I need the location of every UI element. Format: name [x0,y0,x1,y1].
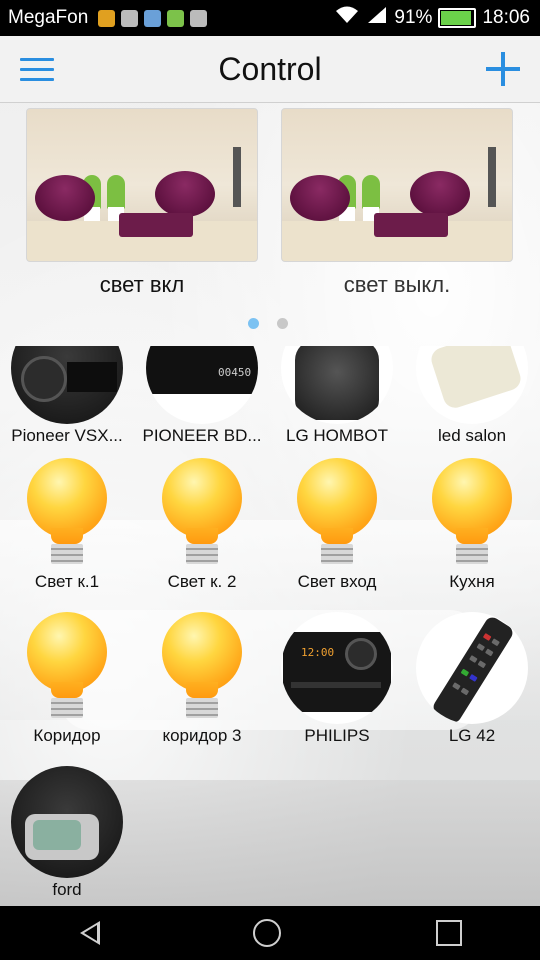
hamburger-icon[interactable] [20,58,54,82]
light-bulb-icon [416,458,528,570]
page-title: Control [218,50,322,87]
device-tile[interactable]: Свет к.1 [0,458,134,592]
notification-icons [98,9,208,27]
car-key-icon [11,766,123,878]
device-tile[interactable]: Коридор [0,612,134,746]
device-name: PIONEER BD... [142,426,262,445]
lock-icon [98,9,116,27]
scene-card[interactable]: свет вкл [26,108,258,298]
receiver-icon [11,346,123,424]
device-tile[interactable]: LG HOMBOT [270,312,404,446]
device-tile[interactable]: led salon [405,312,539,446]
device-tile[interactable]: LG 42 [405,612,539,746]
device-name: Коридор [33,726,101,745]
device-name: PHILIPS [304,726,370,745]
device-tile[interactable]: Pioneer VSX... [0,312,134,446]
plus-icon[interactable] [486,52,520,86]
android-icon [190,9,208,27]
device-name: Кухня [449,572,495,591]
message-icon [121,9,139,27]
scene-thumbnail [281,108,513,262]
app-bar: Control [0,36,540,103]
light-bulb-icon [11,458,123,570]
device-tile[interactable]: 12:00 PHILIPS [270,612,404,746]
device-name: Свет вход [297,572,377,591]
device-name: Свет к. 2 [167,572,237,591]
battery-icon [438,8,477,28]
light-bulb-icon [281,458,393,570]
light-bulb-icon [146,458,258,570]
robot-vacuum-icon [281,346,393,424]
device-tile[interactable]: ford [0,766,134,900]
scene-card[interactable]: свет выкл. [281,108,513,298]
stereo-system-icon: 12:00 [281,612,393,724]
vk-icon [144,9,162,27]
recent-apps-icon[interactable] [436,920,463,946]
wifi-icon [334,5,360,31]
device-name: LG 42 [448,726,496,745]
remote-control-icon [416,612,528,724]
back-icon[interactable] [78,921,100,945]
remote-control-icon [416,346,528,424]
scene-thumbnail [26,108,258,262]
scene-label: свет вкл [99,272,185,297]
device-name: led salon [437,426,507,445]
home-icon[interactable] [252,919,281,947]
signal-icon [366,5,388,31]
light-bulb-icon [11,612,123,724]
status-bar: MegaFon 91% 18:06 [0,0,540,36]
play-store-icon [167,9,185,27]
device-name: Свет к.1 [34,572,100,591]
device-name: ford [52,880,82,899]
device-tile[interactable]: коридор 3 [135,612,269,746]
device-tile[interactable]: Кухня [405,458,539,592]
device-tile[interactable]: Свет к. 2 [135,458,269,592]
device-name: коридор 3 [162,726,242,745]
carrier-name: MegaFon [8,7,89,28]
clock: 18:06 [482,7,530,28]
light-bulb-icon [146,612,258,724]
device-tile[interactable]: Свет вход [270,458,404,592]
device-tile[interactable]: 00450 PIONEER BD... [135,312,269,446]
scene-label: свет выкл. [343,272,451,297]
device-name: Pioneer VSX... [11,426,123,445]
navigation-bar [0,906,540,960]
device-name: LG HOMBOT [285,426,388,445]
bluray-player-icon: 00450 [146,346,258,424]
battery-percent: 91% [394,7,433,28]
